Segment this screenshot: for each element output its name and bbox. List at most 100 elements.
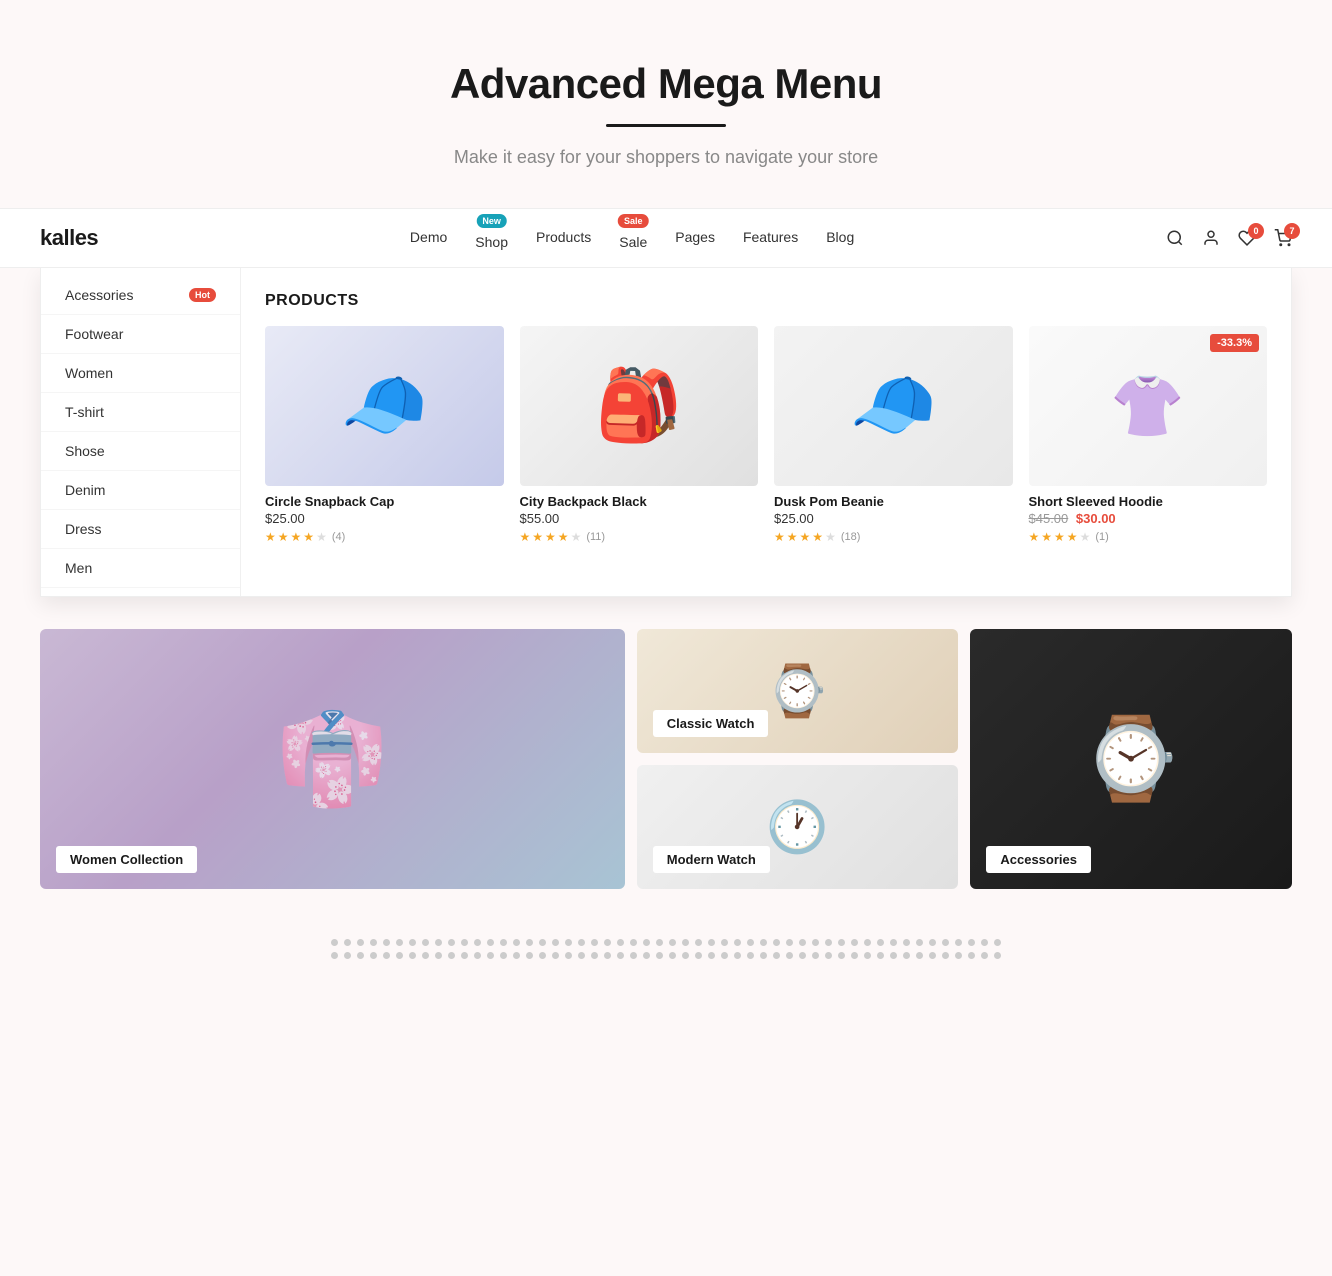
product-card-cap[interactable]: 🧢 Circle Snapback Cap $25.00 ★ ★ ★ ★ ★ (… bbox=[265, 326, 504, 544]
sidebar-item-accessories[interactable]: Acessories Hot bbox=[41, 276, 240, 315]
sidebar-item-dress[interactable]: Dress bbox=[41, 510, 240, 549]
pagination-dot[interactable] bbox=[708, 952, 715, 959]
pagination-dot[interactable] bbox=[721, 939, 728, 946]
pagination-dot[interactable] bbox=[747, 952, 754, 959]
sidebar-item-men[interactable]: Men bbox=[41, 549, 240, 588]
pagination-dot[interactable] bbox=[409, 939, 416, 946]
pagination-dot[interactable] bbox=[695, 952, 702, 959]
nav-link-products[interactable]: Products bbox=[536, 229, 591, 245]
cart-button[interactable]: 7 bbox=[1274, 229, 1292, 247]
pagination-dot[interactable] bbox=[604, 952, 611, 959]
pagination-dot[interactable] bbox=[487, 939, 494, 946]
pagination-dot[interactable] bbox=[760, 939, 767, 946]
pagination-dot[interactable] bbox=[994, 952, 1001, 959]
nav-item-blog[interactable]: Blog bbox=[826, 229, 854, 247]
product-card-hoodie[interactable]: -33.3% 👚 Short Sleeved Hoodie $45.00 $30… bbox=[1029, 326, 1268, 544]
pagination-dot[interactable] bbox=[383, 939, 390, 946]
pagination-dot[interactable] bbox=[851, 939, 858, 946]
pagination-dot[interactable] bbox=[461, 952, 468, 959]
pagination-dot[interactable] bbox=[812, 952, 819, 959]
pagination-dot[interactable] bbox=[981, 952, 988, 959]
pagination-dot[interactable] bbox=[799, 939, 806, 946]
pagination-dot[interactable] bbox=[565, 952, 572, 959]
pagination-dot[interactable] bbox=[903, 952, 910, 959]
product-card-beanie[interactable]: 🧢 Dusk Pom Beanie $25.00 ★ ★ ★ ★ ★ (18) bbox=[774, 326, 1013, 544]
pagination-dot[interactable] bbox=[630, 952, 637, 959]
pagination-dot[interactable] bbox=[396, 939, 403, 946]
pagination-dot[interactable] bbox=[877, 939, 884, 946]
pagination-dot[interactable] bbox=[422, 939, 429, 946]
pagination-dot[interactable] bbox=[838, 939, 845, 946]
pagination-dot[interactable] bbox=[604, 939, 611, 946]
pagination-dot[interactable] bbox=[396, 952, 403, 959]
category-card-accessories[interactable]: ⌚ Accessories bbox=[970, 629, 1292, 889]
pagination-dot[interactable] bbox=[864, 952, 871, 959]
pagination-dot[interactable] bbox=[916, 939, 923, 946]
pagination-dot[interactable] bbox=[734, 939, 741, 946]
pagination-dot[interactable] bbox=[500, 939, 507, 946]
sidebar-item-denim[interactable]: Denim bbox=[41, 471, 240, 510]
pagination-dot[interactable] bbox=[916, 952, 923, 959]
pagination-dot[interactable] bbox=[656, 939, 663, 946]
pagination-dot[interactable] bbox=[955, 952, 962, 959]
pagination-dot[interactable] bbox=[422, 952, 429, 959]
sidebar-item-shose[interactable]: Shose bbox=[41, 432, 240, 471]
pagination-dot[interactable] bbox=[786, 939, 793, 946]
pagination-dot[interactable] bbox=[383, 952, 390, 959]
pagination-dot[interactable] bbox=[357, 939, 364, 946]
pagination-dot[interactable] bbox=[773, 952, 780, 959]
pagination-dot[interactable] bbox=[591, 952, 598, 959]
pagination-dot[interactable] bbox=[929, 939, 936, 946]
pagination-dot[interactable] bbox=[734, 952, 741, 959]
pagination-dot[interactable] bbox=[682, 952, 689, 959]
pagination-dot[interactable] bbox=[851, 952, 858, 959]
pagination-dot[interactable] bbox=[968, 952, 975, 959]
pagination-dot[interactable] bbox=[357, 952, 364, 959]
pagination-dot[interactable] bbox=[630, 939, 637, 946]
nav-item-products[interactable]: Products bbox=[536, 229, 591, 247]
pagination-dot[interactable] bbox=[370, 939, 377, 946]
pagination-dot[interactable] bbox=[799, 952, 806, 959]
pagination-dot[interactable] bbox=[526, 939, 533, 946]
pagination-dot[interactable] bbox=[435, 939, 442, 946]
pagination-dot[interactable] bbox=[825, 952, 832, 959]
pagination-dot[interactable] bbox=[409, 952, 416, 959]
pagination-dot[interactable] bbox=[552, 939, 559, 946]
pagination-dot[interactable] bbox=[591, 939, 598, 946]
pagination-dot[interactable] bbox=[331, 952, 338, 959]
pagination-dot[interactable] bbox=[929, 952, 936, 959]
sidebar-item-women[interactable]: Women bbox=[41, 354, 240, 393]
pagination-dot[interactable] bbox=[812, 939, 819, 946]
nav-link-shop[interactable]: Shop bbox=[475, 234, 508, 250]
pagination-dot[interactable] bbox=[539, 939, 546, 946]
pagination-dot[interactable] bbox=[513, 939, 520, 946]
pagination-dot[interactable] bbox=[942, 952, 949, 959]
pagination-dot[interactable] bbox=[435, 952, 442, 959]
pagination-dot[interactable] bbox=[825, 939, 832, 946]
nav-item-pages[interactable]: Pages bbox=[675, 229, 715, 247]
nav-link-features[interactable]: Features bbox=[743, 229, 798, 245]
pagination-dot[interactable] bbox=[981, 939, 988, 946]
pagination-dot[interactable] bbox=[448, 952, 455, 959]
pagination-dot[interactable] bbox=[513, 952, 520, 959]
pagination-dot[interactable] bbox=[643, 952, 650, 959]
pagination-dot[interactable] bbox=[877, 952, 884, 959]
pagination-dot[interactable] bbox=[903, 939, 910, 946]
pagination-dot[interactable] bbox=[552, 952, 559, 959]
pagination-dot[interactable] bbox=[331, 939, 338, 946]
pagination-dot[interactable] bbox=[344, 952, 351, 959]
pagination-dot[interactable] bbox=[487, 952, 494, 959]
pagination-dot[interactable] bbox=[565, 939, 572, 946]
pagination-dot[interactable] bbox=[461, 939, 468, 946]
pagination-dot[interactable] bbox=[669, 952, 676, 959]
nav-link-demo[interactable]: Demo bbox=[410, 229, 447, 245]
pagination-dot[interactable] bbox=[708, 939, 715, 946]
wishlist-button[interactable]: 0 bbox=[1238, 229, 1256, 247]
pagination-dot[interactable] bbox=[448, 939, 455, 946]
pagination-dot[interactable] bbox=[682, 939, 689, 946]
pagination-dot[interactable] bbox=[721, 952, 728, 959]
category-card-women[interactable]: 👘 Women Collection bbox=[40, 629, 625, 889]
pagination-dot[interactable] bbox=[539, 952, 546, 959]
pagination-dot[interactable] bbox=[968, 939, 975, 946]
sidebar-item-tshirt[interactable]: T-shirt bbox=[41, 393, 240, 432]
